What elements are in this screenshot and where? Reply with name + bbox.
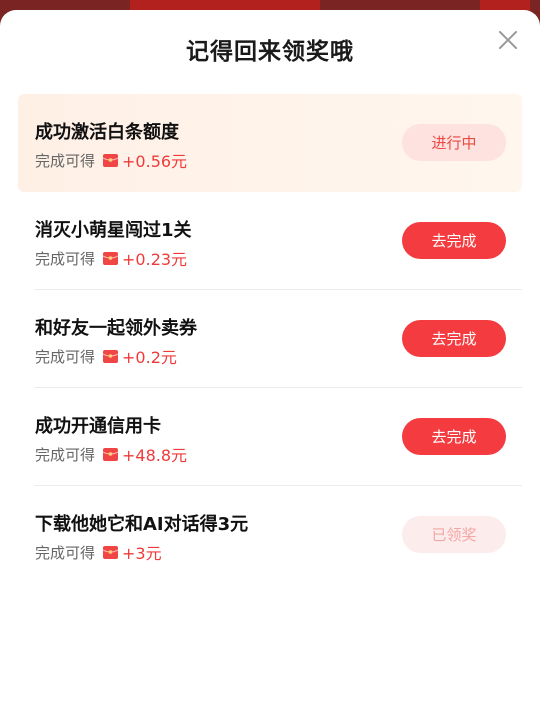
task-reward: 完成可得 +0.2元	[35, 344, 177, 368]
reward-prefix: 完成可得	[35, 445, 96, 464]
close-icon[interactable]	[498, 30, 518, 50]
red-packet-icon	[102, 447, 119, 462]
reward-prefix: 完成可得	[35, 347, 96, 366]
red-packet-icon	[102, 153, 119, 168]
task-reward: 完成可得 +0.23元	[35, 246, 187, 270]
task-list: 成功激活白条额度 完成可得 +0.56元 进行中 消灭小萌星闯过1关 完成可得 …	[18, 94, 522, 584]
task-name: 消灭小萌星闯过1关	[35, 220, 192, 241]
reward-prefix: 完成可得	[35, 249, 96, 268]
reward-amount: +3元	[122, 544, 162, 563]
task-item: 消灭小萌星闯过1关 完成可得 +0.23元 去完成	[18, 192, 522, 290]
go-complete-button[interactable]: 去完成	[402, 418, 506, 455]
go-complete-button[interactable]: 去完成	[402, 222, 506, 259]
reward-dialog: 记得回来领奖哦 成功激活白条额度 完成可得 +0.56元 进行中 消灭小萌星闯过…	[0, 10, 540, 725]
reward-amount: +0.2元	[122, 348, 177, 367]
task-reward: 完成可得 +3元	[35, 540, 162, 564]
reward-amount: +0.56元	[122, 152, 188, 171]
task-item: 成功开通信用卡 完成可得 +48.8元 去完成	[18, 388, 522, 486]
reward-prefix: 完成可得	[35, 151, 96, 170]
task-reward: 完成可得 +48.8元	[35, 442, 187, 466]
red-packet-icon	[102, 545, 119, 560]
task-name: 成功激活白条额度	[35, 122, 179, 143]
reward-amount: +48.8元	[122, 446, 188, 465]
task-item: 和好友一起领外卖券 完成可得 +0.2元 去完成	[18, 290, 522, 388]
task-item: 下载他她它和AI对话得3元 完成可得 +3元 已领奖	[18, 486, 522, 584]
red-packet-icon	[102, 251, 119, 266]
task-reward: 完成可得 +0.56元	[35, 148, 187, 172]
reward-amount: +0.23元	[122, 250, 188, 269]
go-complete-button[interactable]: 去完成	[402, 320, 506, 357]
dialog-title: 记得回来领奖哦	[186, 39, 354, 65]
task-name: 下载他她它和AI对话得3元	[35, 514, 249, 535]
claimed-button[interactable]: 已领奖	[402, 516, 506, 553]
task-status-button[interactable]: 进行中	[402, 124, 506, 161]
red-packet-icon	[102, 349, 119, 364]
task-item: 成功激活白条额度 完成可得 +0.56元 进行中	[18, 94, 522, 192]
reward-prefix: 完成可得	[35, 543, 96, 562]
task-name: 成功开通信用卡	[35, 416, 161, 437]
task-name: 和好友一起领外卖券	[35, 318, 197, 339]
